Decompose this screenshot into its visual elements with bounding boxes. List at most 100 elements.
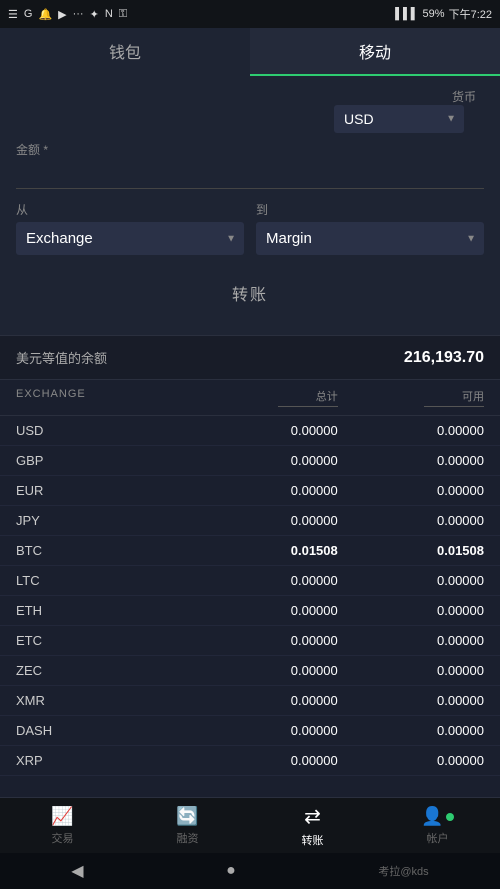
transfer-button[interactable]: 转账 <box>192 271 308 315</box>
row-currency: XRP <box>16 753 192 768</box>
tab-mobile[interactable]: 移动 <box>250 28 500 76</box>
form-area: 货币 USD BTC ETH 金额 * 从 Exchange Margin Fu… <box>0 76 500 335</box>
bluetooth-icon: ✦ <box>90 8 99 21</box>
row-available: 0.00000 <box>338 663 484 678</box>
table-row: EUR 0.00000 0.00000 <box>0 476 500 506</box>
th-total: 总计 <box>316 388 338 404</box>
from-to-row: 从 Exchange Margin Funding 到 Margin Excha… <box>16 201 484 255</box>
row-total: 0.00000 <box>192 603 338 618</box>
row-total: 0.00000 <box>192 633 338 648</box>
balance-value: 216,193.70 <box>404 349 484 367</box>
trade-icon: 📈 <box>51 806 73 827</box>
transfer-btn-row: 转账 <box>16 271 484 315</box>
nav-trade[interactable]: 📈 交易 <box>0 798 125 853</box>
account-icon: 👤 <box>421 806 453 827</box>
time-text: 下午7:22 <box>449 6 492 22</box>
amount-input[interactable] <box>16 162 484 189</box>
from-dropdown-wrapper[interactable]: Exchange Margin Funding <box>16 222 244 255</box>
row-currency: XMR <box>16 693 192 708</box>
transfer-label: 转账 <box>302 832 324 848</box>
th-total-wrapper: 总计 <box>192 388 338 407</box>
to-dropdown[interactable]: Margin Exchange Funding <box>256 222 484 255</box>
from-section: 从 Exchange Margin Funding <box>16 201 244 255</box>
to-label: 到 <box>256 201 484 218</box>
branding: 考拉@kds <box>378 863 428 879</box>
th-exchange: EXCHANGE <box>16 388 192 407</box>
balance-area: 美元等值的余额 216,193.70 <box>0 335 500 380</box>
trade-label: 交易 <box>52 830 74 846</box>
transfer-icon: ⇄ <box>304 804 321 829</box>
row-available: 0.00000 <box>338 693 484 708</box>
balance-label: 美元等值的余额 <box>16 348 107 367</box>
nav-transfer[interactable]: ⇄ 转账 <box>250 798 375 853</box>
row-available: 0.00000 <box>338 453 484 468</box>
row-total: 0.00000 <box>192 573 338 588</box>
nav-account[interactable]: 👤 帐户 <box>375 798 500 853</box>
play-icon: ▶ <box>58 8 66 21</box>
bell-icon: 🔔 <box>38 8 52 21</box>
menu-icon: ☰ <box>8 8 18 21</box>
to-section: 到 Margin Exchange Funding <box>256 201 484 255</box>
funding-label: 融资 <box>177 830 199 846</box>
row-available: 0.00000 <box>338 513 484 528</box>
table-row: GBP 0.00000 0.00000 <box>0 446 500 476</box>
th-available-wrapper: 可用 <box>338 388 484 407</box>
amount-section: 金额 * <box>16 141 484 189</box>
row-available: 0.00000 <box>338 723 484 738</box>
row-currency: ETH <box>16 603 192 618</box>
table-area: EXCHANGE 总计 可用 USD 0.00000 0.00000 GBP 0… <box>0 380 500 776</box>
row-available: 0.00000 <box>338 573 484 588</box>
amount-label: 金额 * <box>16 141 484 158</box>
table-row: LTC 0.00000 0.00000 <box>0 566 500 596</box>
row-currency: JPY <box>16 513 192 528</box>
row-total: 0.00000 <box>192 483 338 498</box>
row-total: 0.00000 <box>192 423 338 438</box>
row-currency: ZEC <box>16 663 192 678</box>
battery-text: 59% <box>423 8 445 20</box>
nfc-icon: N <box>105 8 113 20</box>
table-row: DASH 0.00000 0.00000 <box>0 716 500 746</box>
row-available: 0.00000 <box>338 483 484 498</box>
table-row: USD 0.00000 0.00000 <box>0 416 500 446</box>
table-row: ZEC 0.00000 0.00000 <box>0 656 500 686</box>
from-dropdown[interactable]: Exchange Margin Funding <box>16 222 244 255</box>
account-online-dot <box>446 813 454 821</box>
to-dropdown-wrapper[interactable]: Margin Exchange Funding <box>256 222 484 255</box>
row-currency: ETC <box>16 633 192 648</box>
key-icon: ⚿ <box>119 8 127 21</box>
status-bar: ☰ G 🔔 ▶ ··· ✦ N ⚿ ▌▌▌ 59% 下午7:22 <box>0 0 500 28</box>
table-row: JPY 0.00000 0.00000 <box>0 506 500 536</box>
currency-select-wrapper[interactable]: USD BTC ETH <box>334 105 464 133</box>
row-total: 0.01508 <box>192 543 338 558</box>
row-currency: DASH <box>16 723 192 738</box>
row-available: 0.00000 <box>338 603 484 618</box>
row-currency: GBP <box>16 453 192 468</box>
table-row: ETC 0.00000 0.00000 <box>0 626 500 656</box>
table-row: XRP 0.00000 0.00000 <box>0 746 500 776</box>
back-button[interactable]: ◀ <box>71 861 83 881</box>
row-available: 0.00000 <box>338 753 484 768</box>
row-currency: USD <box>16 423 192 438</box>
system-nav: ◀ ● 考拉@kds <box>0 853 500 889</box>
row-total: 0.00000 <box>192 693 338 708</box>
dots: ··· <box>73 8 84 20</box>
account-label: 帐户 <box>427 830 449 846</box>
table-rows: USD 0.00000 0.00000 GBP 0.00000 0.00000 … <box>0 416 500 776</box>
nav-funding[interactable]: 🔄 融资 <box>125 798 250 853</box>
status-right-info: ▌▌▌ 59% 下午7:22 <box>395 6 492 22</box>
signal-icon: ▌▌▌ <box>395 8 418 20</box>
row-currency: EUR <box>16 483 192 498</box>
tab-bar: 钱包 移动 <box>0 28 500 76</box>
row-total: 0.00000 <box>192 753 338 768</box>
table-row: BTC 0.01508 0.01508 <box>0 536 500 566</box>
tab-wallet[interactable]: 钱包 <box>0 28 250 76</box>
from-label: 从 <box>16 201 244 218</box>
currency-label: 货币 <box>452 88 476 105</box>
currency-row: 货币 USD BTC ETH <box>16 88 484 133</box>
th-available: 可用 <box>462 388 484 404</box>
row-currency: LTC <box>16 573 192 588</box>
status-left-icons: ☰ G 🔔 ▶ ··· ✦ N ⚿ <box>8 8 127 21</box>
currency-select[interactable]: USD BTC ETH <box>334 105 464 133</box>
home-button[interactable]: ● <box>226 862 236 880</box>
funding-icon: 🔄 <box>176 806 198 827</box>
